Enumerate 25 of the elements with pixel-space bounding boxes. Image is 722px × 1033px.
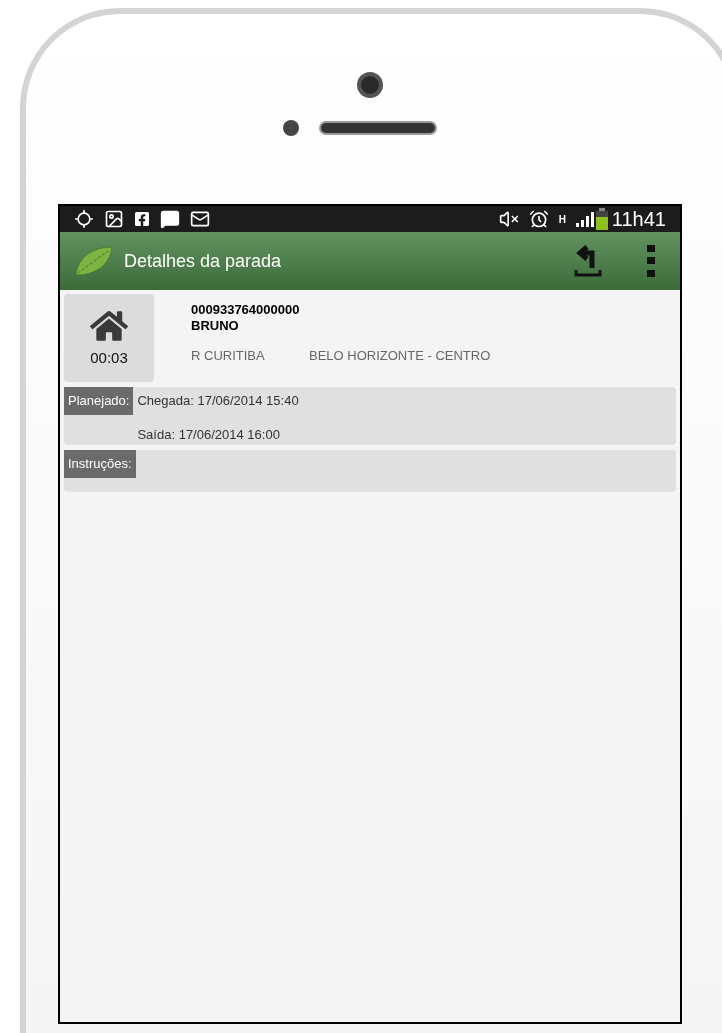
schedule-time: Saída: 17/06/2014 16:00 [137, 425, 281, 444]
overflow-menu-icon [647, 245, 655, 277]
image-icon [104, 209, 124, 229]
location-icon [74, 209, 94, 229]
network-type: H [558, 212, 566, 227]
leaf-logo-icon [74, 245, 114, 277]
message-icon [160, 209, 180, 229]
facebook-icon [134, 211, 150, 227]
screen-title: Detalhes da parada [124, 249, 282, 273]
camera-lens [357, 72, 383, 98]
stop-duration: 00:03 [90, 347, 128, 368]
signal-icon [575, 211, 594, 227]
mail-icon [190, 209, 210, 229]
stop-code: 000933764000000 [191, 302, 301, 318]
alarm-clock-icon [528, 209, 549, 229]
return-arrow-icon [574, 244, 602, 278]
street-address: R CURITIBA [191, 347, 266, 365]
customer-name: BRUNO [191, 318, 240, 334]
section-label: Instruções: [64, 450, 136, 478]
battery-icon [595, 208, 608, 230]
section-label: Planejado: [64, 387, 134, 415]
mute-icon [498, 209, 519, 229]
city-district: BELO HORIZONTE - CENTRO [309, 347, 491, 365]
schedule-time: Chegada: 17/06/2014 15:40 [137, 392, 299, 410]
clock-time: 11h41 [611, 207, 666, 232]
